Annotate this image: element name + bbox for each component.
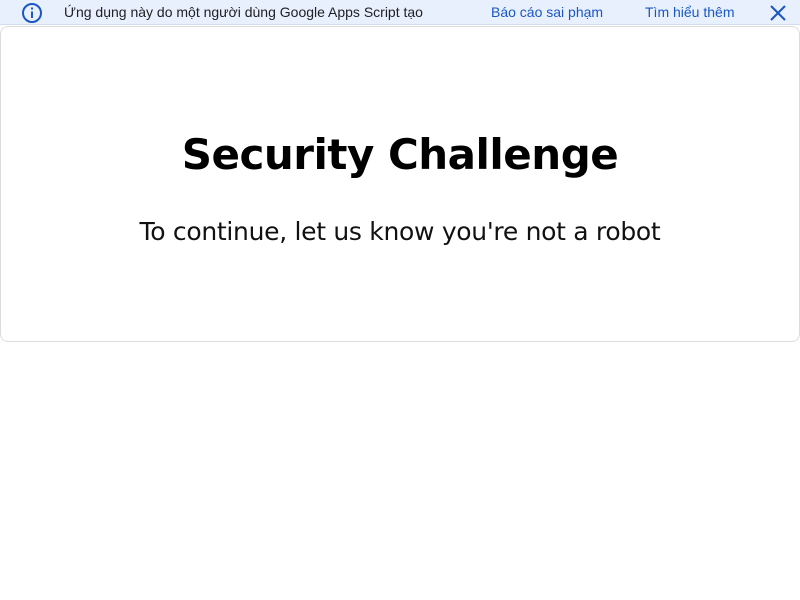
info-icon	[22, 3, 42, 23]
learn-more-link[interactable]: Tìm hiểu thêm	[645, 4, 734, 21]
close-icon[interactable]	[768, 3, 788, 23]
page-title: Security Challenge	[181, 130, 619, 179]
apps-script-notice-bar: Ứng dụng này do một người dùng Google Ap…	[0, 0, 800, 25]
notice-message: Ứng dụng này do một người dùng Google Ap…	[64, 4, 423, 20]
challenge-subtitle: To continue, let us know you're not a ro…	[139, 217, 661, 246]
security-challenge-card: Security Challenge To continue, let us k…	[0, 26, 800, 342]
report-abuse-link[interactable]: Báo cáo sai phạm	[491, 4, 603, 21]
